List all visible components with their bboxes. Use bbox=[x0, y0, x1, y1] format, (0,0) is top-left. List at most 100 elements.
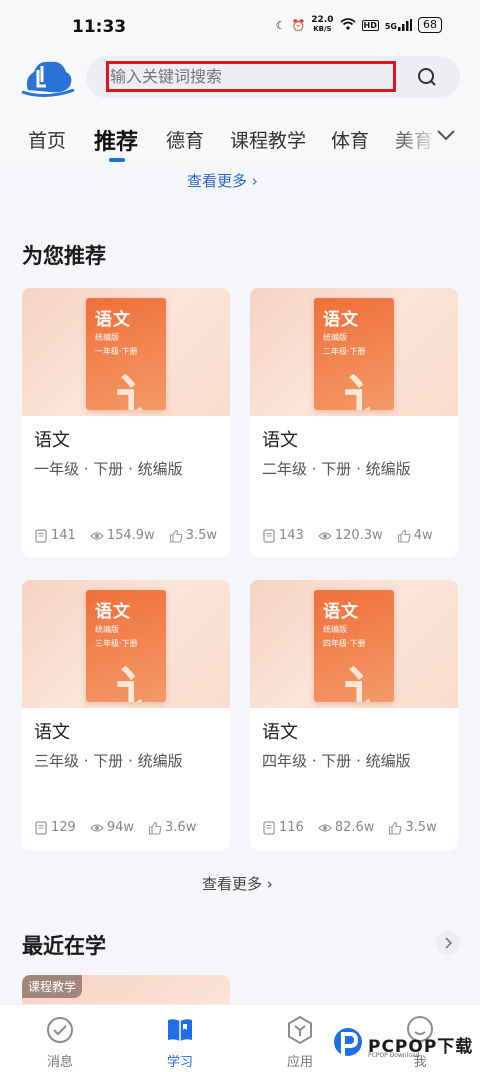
net-speed-value: 22.0 bbox=[311, 15, 334, 25]
book-deco-glyph: 讠 bbox=[116, 370, 166, 410]
page-count: 116 bbox=[279, 820, 304, 835]
document-icon bbox=[35, 820, 47, 835]
like-count: 3.5w bbox=[405, 820, 437, 835]
book-title: 语文 bbox=[95, 602, 131, 622]
book-cover: 语文 统编版 三年级·下册 讠 bbox=[86, 590, 166, 702]
battery-indicator: 68 bbox=[418, 17, 442, 33]
card-cover: 语文 统编版 一年级·下册 讠 bbox=[22, 288, 230, 416]
watermark: PCPOP下载 PCPOP Download bbox=[332, 1026, 473, 1062]
book-edition: 统编版 bbox=[95, 333, 119, 342]
eye-icon bbox=[89, 823, 104, 832]
book-title: 语文 bbox=[323, 310, 359, 330]
study-book-icon bbox=[168, 1019, 192, 1041]
book-cover: 语文 统编版 一年级·下册 讠 bbox=[86, 298, 166, 410]
nav-messages[interactable]: 消息 bbox=[20, 1015, 100, 1070]
course-card[interactable]: 语文 统编版 二年级·下册 讠 语文 二年级 · 下册 · 统编版 143 12… bbox=[250, 288, 458, 558]
card-subject: 语文 bbox=[34, 430, 70, 451]
nav-study[interactable]: 学习 bbox=[140, 1015, 220, 1070]
tab-curriculum[interactable]: 课程教学 bbox=[230, 126, 306, 153]
status-time: 11:33 bbox=[72, 17, 127, 37]
card-cover: 语文 统编版 二年级·下册 讠 bbox=[250, 288, 458, 416]
message-icon bbox=[47, 1017, 73, 1043]
book-deco-glyph: 讠 bbox=[116, 662, 166, 702]
app-logo bbox=[21, 61, 75, 97]
chevron-right-icon bbox=[445, 937, 453, 949]
card-meta: 一年级 · 下册 · 统编版 bbox=[34, 460, 183, 478]
view-count: 82.6w bbox=[334, 820, 375, 835]
chevron-down-icon[interactable] bbox=[436, 128, 456, 142]
card-meta: 四年级 · 下册 · 统编版 bbox=[262, 752, 411, 770]
category-tabs: 首页 推荐 德育 课程教学 体育 美育 bbox=[0, 106, 480, 166]
view-more-link-top[interactable]: 查看更多 › bbox=[187, 170, 258, 191]
eye-icon bbox=[317, 531, 332, 540]
page-count: 143 bbox=[279, 528, 304, 543]
wifi-icon bbox=[339, 17, 356, 33]
card-stats: 129 94w 3.6w bbox=[34, 820, 196, 835]
book-grade: 四年级·下册 bbox=[323, 639, 366, 648]
book-edition: 统编版 bbox=[323, 625, 347, 634]
nav-apps[interactable]: 应用 bbox=[260, 1015, 340, 1070]
nav-label: 消息 bbox=[46, 1055, 73, 1070]
search-bar[interactable] bbox=[86, 56, 460, 98]
search-icon[interactable] bbox=[416, 66, 438, 88]
like-count: 3.6w bbox=[165, 820, 197, 835]
book-deco-glyph: 讠 bbox=[344, 662, 394, 702]
thumbs-up-icon bbox=[397, 529, 411, 543]
tab-pe[interactable]: 体育 bbox=[331, 126, 369, 153]
course-card[interactable]: 语文 统编版 一年级·下册 讠 语文 一年级 · 下册 · 统编版 141 15… bbox=[22, 288, 230, 558]
active-tab-indicator bbox=[109, 158, 125, 162]
recent-more-button[interactable] bbox=[436, 931, 460, 955]
view-count: 120.3w bbox=[334, 528, 383, 543]
like-count: 3.5w bbox=[185, 528, 217, 543]
book-grade: 一年级·下册 bbox=[95, 347, 138, 356]
course-card[interactable]: 语文 统编版 三年级·下册 讠 语文 三年级 · 下册 · 统编版 129 94… bbox=[22, 580, 230, 850]
eye-icon bbox=[89, 531, 104, 540]
page-count: 141 bbox=[51, 528, 76, 543]
signal-label: 5G bbox=[384, 22, 397, 31]
book-title: 语文 bbox=[323, 602, 359, 622]
card-stats: 143 120.3w 4w bbox=[262, 528, 433, 543]
header bbox=[0, 56, 480, 106]
book-cover: 语文 统编版 二年级·下册 讠 bbox=[314, 298, 394, 410]
document-icon bbox=[35, 528, 47, 543]
hd-badge: HD bbox=[361, 19, 379, 31]
search-input[interactable] bbox=[106, 61, 396, 92]
view-more-link[interactable]: 查看更多 › bbox=[202, 873, 273, 894]
like-count: 4w bbox=[413, 528, 433, 543]
thumbs-up-icon bbox=[169, 529, 183, 543]
view-count: 94w bbox=[106, 820, 135, 835]
view-count: 154.9w bbox=[106, 528, 155, 543]
watermark-sub: PCPOP Download bbox=[368, 1052, 420, 1059]
card-cover: 语文 统编版 三年级·下册 讠 bbox=[22, 580, 230, 708]
card-subject: 语文 bbox=[262, 722, 298, 743]
dnd-moon-icon: ☾ bbox=[275, 18, 286, 32]
book-edition: 统编版 bbox=[95, 625, 119, 634]
eye-icon bbox=[317, 823, 332, 832]
card-stats: 116 82.6w 3.5w bbox=[262, 820, 437, 835]
card-cover: 语文 统编版 四年级·下册 讠 bbox=[250, 580, 458, 708]
thumbs-up-icon bbox=[148, 821, 162, 835]
recent-title: 最近在学 bbox=[22, 934, 106, 958]
recent-tag: 课程教学 bbox=[22, 975, 83, 998]
document-icon bbox=[263, 820, 275, 835]
tab-home[interactable]: 首页 bbox=[28, 126, 66, 153]
card-subject: 语文 bbox=[34, 722, 70, 743]
page-count: 129 bbox=[51, 820, 76, 835]
tab-recommend[interactable]: 推荐 bbox=[94, 124, 138, 156]
status-bar: 11:33 ☾ ⏰ 22.0 KB/S HD 5G 68 bbox=[0, 0, 480, 56]
net-speed-unit: KB/S bbox=[313, 25, 332, 33]
book-title: 语文 bbox=[95, 310, 131, 330]
watermark-logo bbox=[334, 1028, 362, 1056]
card-stats: 141 154.9w 3.5w bbox=[34, 528, 217, 543]
course-card[interactable]: 语文 统编版 四年级·下册 讠 语文 四年级 · 下册 · 统编版 116 82… bbox=[250, 580, 458, 850]
card-meta: 二年级 · 下册 · 统编版 bbox=[262, 460, 411, 478]
book-grade: 二年级·下册 bbox=[323, 347, 366, 356]
status-icons: ☾ ⏰ 22.0 KB/S HD 5G 68 bbox=[276, 16, 442, 34]
tab-fade bbox=[390, 106, 480, 166]
book-edition: 统编版 bbox=[323, 333, 347, 342]
card-subject: 语文 bbox=[262, 430, 298, 451]
thumbs-up-icon bbox=[389, 821, 402, 835]
document-icon bbox=[263, 528, 275, 543]
tab-moral[interactable]: 德育 bbox=[166, 126, 204, 153]
card-meta: 三年级 · 下册 · 统编版 bbox=[34, 752, 183, 770]
